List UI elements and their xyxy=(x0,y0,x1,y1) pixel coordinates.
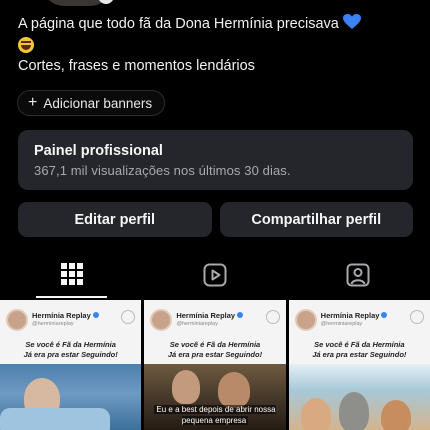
share-profile-button[interactable]: Compartilhar perfil xyxy=(219,202,413,237)
post-caption: Se você é Fã da Hermínia Já era pra esta… xyxy=(148,340,281,360)
post-caption-line-1: Se você é Fã da Hermínia xyxy=(169,340,261,349)
post-account-handle: @herminiareplay xyxy=(320,321,363,327)
edit-profile-button[interactable]: Editar perfil xyxy=(18,202,212,237)
reels-icon xyxy=(203,263,227,292)
bio-line-2: Cortes, frases e momentos lendários xyxy=(18,58,255,74)
panel-subtitle: 367,1 mil visualizações nos últimos 30 d… xyxy=(34,163,291,178)
post-account-card: Hermínia Replay @herminiareplay xyxy=(6,308,135,332)
tagged-icon xyxy=(346,263,370,292)
post-caption-line-1: Se você é Fã da Hermínia xyxy=(314,340,405,349)
post-photo xyxy=(288,364,430,430)
add-banners-button[interactable]: + Adicionar banners xyxy=(17,90,166,116)
post-photo xyxy=(0,364,142,430)
add-banners-label: Adicionar banners xyxy=(43,95,153,111)
professional-dashboard[interactable]: Painel profissional 367,1 mil visualizaç… xyxy=(18,130,413,190)
tab-posts[interactable] xyxy=(0,252,143,298)
tab-tagged[interactable] xyxy=(287,252,430,298)
post-account-handle: @herminiareplay xyxy=(176,321,218,327)
post-thumbnail[interactable]: Hermínia Replay @herminiareplay Se você … xyxy=(144,300,286,430)
verified-icon xyxy=(92,312,99,318)
posts-grid: Hermínia Replay @herminiareplay Se você … xyxy=(0,300,430,430)
post-caption-line-2: Já era pra estar Seguindo! xyxy=(312,350,407,359)
post-caption: Se você é Fã da Hermínia Já era pra esta… xyxy=(4,340,137,360)
post-caption-line-2: Já era pra estar Seguindo! xyxy=(23,350,118,359)
post-subtitle: Eu e a best depois de abrir nossa pequen… xyxy=(152,404,277,426)
post-caption-line-2: Já era pra estar Seguindo! xyxy=(167,350,263,359)
profile-bio: A página que todo fã da Dona Hermínia pr… xyxy=(18,14,418,76)
verified-icon xyxy=(237,312,244,318)
post-caption: Se você é Fã da Hermínia Já era pra esta… xyxy=(293,340,426,360)
post-account-handle: @herminiareplay xyxy=(32,321,74,327)
play-circle-icon xyxy=(409,310,424,324)
laughing-emoji-icon xyxy=(18,37,34,53)
post-caption-line-1: Se você é Fã da Hermínia xyxy=(25,340,116,349)
play-circle-icon xyxy=(265,310,280,324)
verified-icon xyxy=(381,312,388,318)
bio-line-1: A página que todo fã da Dona Hermínia pr… xyxy=(18,16,339,32)
post-account-name: Hermínia Replay xyxy=(176,311,236,320)
post-account-card: Hermínia Replay @herminiareplay xyxy=(150,308,279,332)
plus-icon: + xyxy=(28,94,38,111)
profile-actions: Editar perfil Compartilhar perfil xyxy=(18,202,413,237)
avatar xyxy=(294,309,317,331)
avatar xyxy=(150,309,173,331)
profile-tabs xyxy=(0,252,430,298)
avatar xyxy=(6,309,28,331)
grid-icon xyxy=(60,263,83,290)
blue-heart-icon xyxy=(342,14,361,36)
post-account-card: Hermínia Replay @herminiareplay xyxy=(294,308,424,332)
post-thumbnail[interactable]: Hermínia Replay @herminiareplay Se você … xyxy=(0,300,142,430)
post-thumbnail[interactable]: Hermínia Replay @herminiareplay Se você … xyxy=(288,300,430,430)
post-account-name: Hermínia Replay xyxy=(320,311,380,320)
post-subtitle-text: Eu e a best depois de abrir nossa pequen… xyxy=(154,405,276,425)
post-account-name: Hermínia Replay xyxy=(32,311,91,320)
panel-title: Painel profissional xyxy=(34,143,163,159)
tab-reels[interactable] xyxy=(143,252,286,298)
